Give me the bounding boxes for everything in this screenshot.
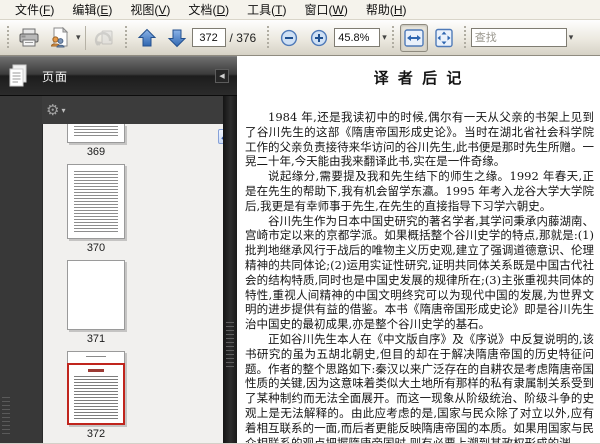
document-title: 译 者 后 记 [373, 69, 464, 87]
page-thumbnail-372[interactable] [67, 351, 125, 425]
panel-splitter[interactable] [223, 96, 237, 443]
menu-view[interactable]: 视图(V) [121, 0, 179, 20]
workspace: 页面 ◀ ⚙ ▾ 369 370 371 372 译 者 后 记 1984 年,… [0, 56, 600, 443]
menu-bar: 文件(F) 编辑(E) 视图(V) 文档(D) 工具(T) 窗口(W) 帮助(H… [0, 0, 600, 20]
toolbar-grip[interactable] [389, 25, 396, 50]
thumbnail-page-label: 372 [86, 428, 106, 440]
fit-page-button[interactable] [430, 24, 458, 52]
menu-tools[interactable]: 工具(T) [238, 0, 295, 20]
pages-panel-title: 页面 [42, 69, 69, 84]
thumbnail-header-line [86, 356, 106, 357]
pages-icon [8, 64, 28, 88]
document-text: 1984 年,还是我读初中的时候,偶尔有一天从父亲的书架上见到了谷川先生的这部《… [245, 110, 594, 443]
toolbar-grip[interactable] [122, 25, 129, 50]
collapse-panel-button[interactable]: ◀ [215, 69, 229, 83]
page-thumbnail-371[interactable] [67, 260, 125, 330]
zoom-dropdown-caret[interactable]: ▾ [382, 32, 387, 43]
toolbar-grip[interactable] [461, 25, 468, 50]
paragraph: 正如谷川先生本人在《中文版自序》及《序说》中反复说明的,该书研究的虽为五胡北朝史… [245, 331, 594, 443]
zoom-in-icon [310, 29, 328, 47]
collaborate-button[interactable] [45, 24, 73, 52]
paragraph: 1984 年,还是我读初中的时候,偶尔有一天从父亲的书架上见到了谷川先生的这部《… [245, 110, 594, 169]
thumbnails-panel: 369 370 371 372 [42, 124, 237, 443]
print-icon [18, 28, 40, 48]
thumbnail-page-label: 369 [86, 146, 106, 158]
current-page-input[interactable] [191, 28, 226, 47]
zoom-out-button[interactable] [275, 24, 303, 52]
thumbnail-page-label: 370 [86, 242, 106, 254]
next-page-button[interactable] [163, 24, 191, 52]
menu-file[interactable]: 文件(F) [6, 0, 63, 20]
thumbnail-page-label: 371 [86, 333, 106, 345]
menu-edit[interactable]: 编辑(E) [63, 0, 121, 20]
toolbar-grip[interactable] [265, 25, 272, 50]
thumbnail-text-preview [74, 171, 118, 232]
document-view[interactable]: 译 者 后 记 1984 年,还是我读初中的时候,偶尔有一天从父亲的书架上见到了… [237, 56, 600, 443]
find-dropdown-caret[interactable]: ▾ [569, 32, 574, 43]
resize-grip[interactable] [2, 397, 10, 435]
zoom-out-icon [280, 29, 298, 47]
collaborate-icon [48, 26, 70, 49]
menu-window[interactable]: 窗口(W) [295, 0, 356, 20]
toolbar: ▾ 372 / 376 45.8% ▾ 查找 ▾ [0, 20, 600, 56]
find-input[interactable] [470, 28, 567, 47]
fit-width-icon [403, 28, 425, 48]
navigation-sidebar: 页面 ◀ ⚙ ▾ 369 370 371 372 [0, 56, 237, 443]
previous-page-button[interactable] [133, 24, 161, 52]
page-thumbnail-369[interactable] [67, 124, 125, 143]
thumbnail-text-preview [74, 376, 118, 419]
panel-tab-strip [0, 96, 42, 443]
current-view-highlight [67, 363, 125, 425]
zoom-in-button[interactable] [305, 24, 333, 52]
previous-view-button [91, 24, 119, 52]
thumbnail-text-preview [74, 126, 118, 138]
menu-help[interactable]: 帮助(H) [357, 0, 416, 20]
pages-panel-header[interactable]: 页面 ◀ [0, 56, 237, 96]
menu-document[interactable]: 文档(D) [179, 0, 238, 20]
previous-view-icon [94, 27, 116, 49]
print-button[interactable] [15, 24, 43, 52]
gear-icon[interactable]: ⚙ [46, 103, 59, 118]
collaborate-dropdown-caret[interactable]: ▾ [76, 32, 81, 43]
toolbar-separator [84, 25, 86, 50]
paragraph: 谷川先生作为日本中国史研究的著名学者,其学问秉承内藤湖南、宫崎市定以来的京都学派… [245, 213, 594, 332]
splitter-grip[interactable] [226, 322, 234, 368]
page-down-arrow-icon [167, 28, 187, 48]
fit-width-button[interactable] [399, 23, 428, 52]
paragraph: 说起缘分,需要提及我和先生结下的师生之缘。1992 年春天,正是在先生的帮助下,… [245, 169, 594, 213]
thumbnail-options-bar: ⚙ ▾ [42, 96, 237, 124]
toolbar-grip[interactable] [5, 25, 11, 50]
gear-dropdown-caret[interactable]: ▾ [61, 106, 65, 115]
page-up-arrow-icon [137, 28, 157, 48]
page-thumbnail-370[interactable] [67, 164, 125, 239]
zoom-level-input[interactable] [334, 28, 381, 47]
page-total-label: / 376 [229, 30, 257, 45]
thumbnail-title-preview [88, 369, 104, 372]
fit-page-icon [433, 28, 455, 48]
